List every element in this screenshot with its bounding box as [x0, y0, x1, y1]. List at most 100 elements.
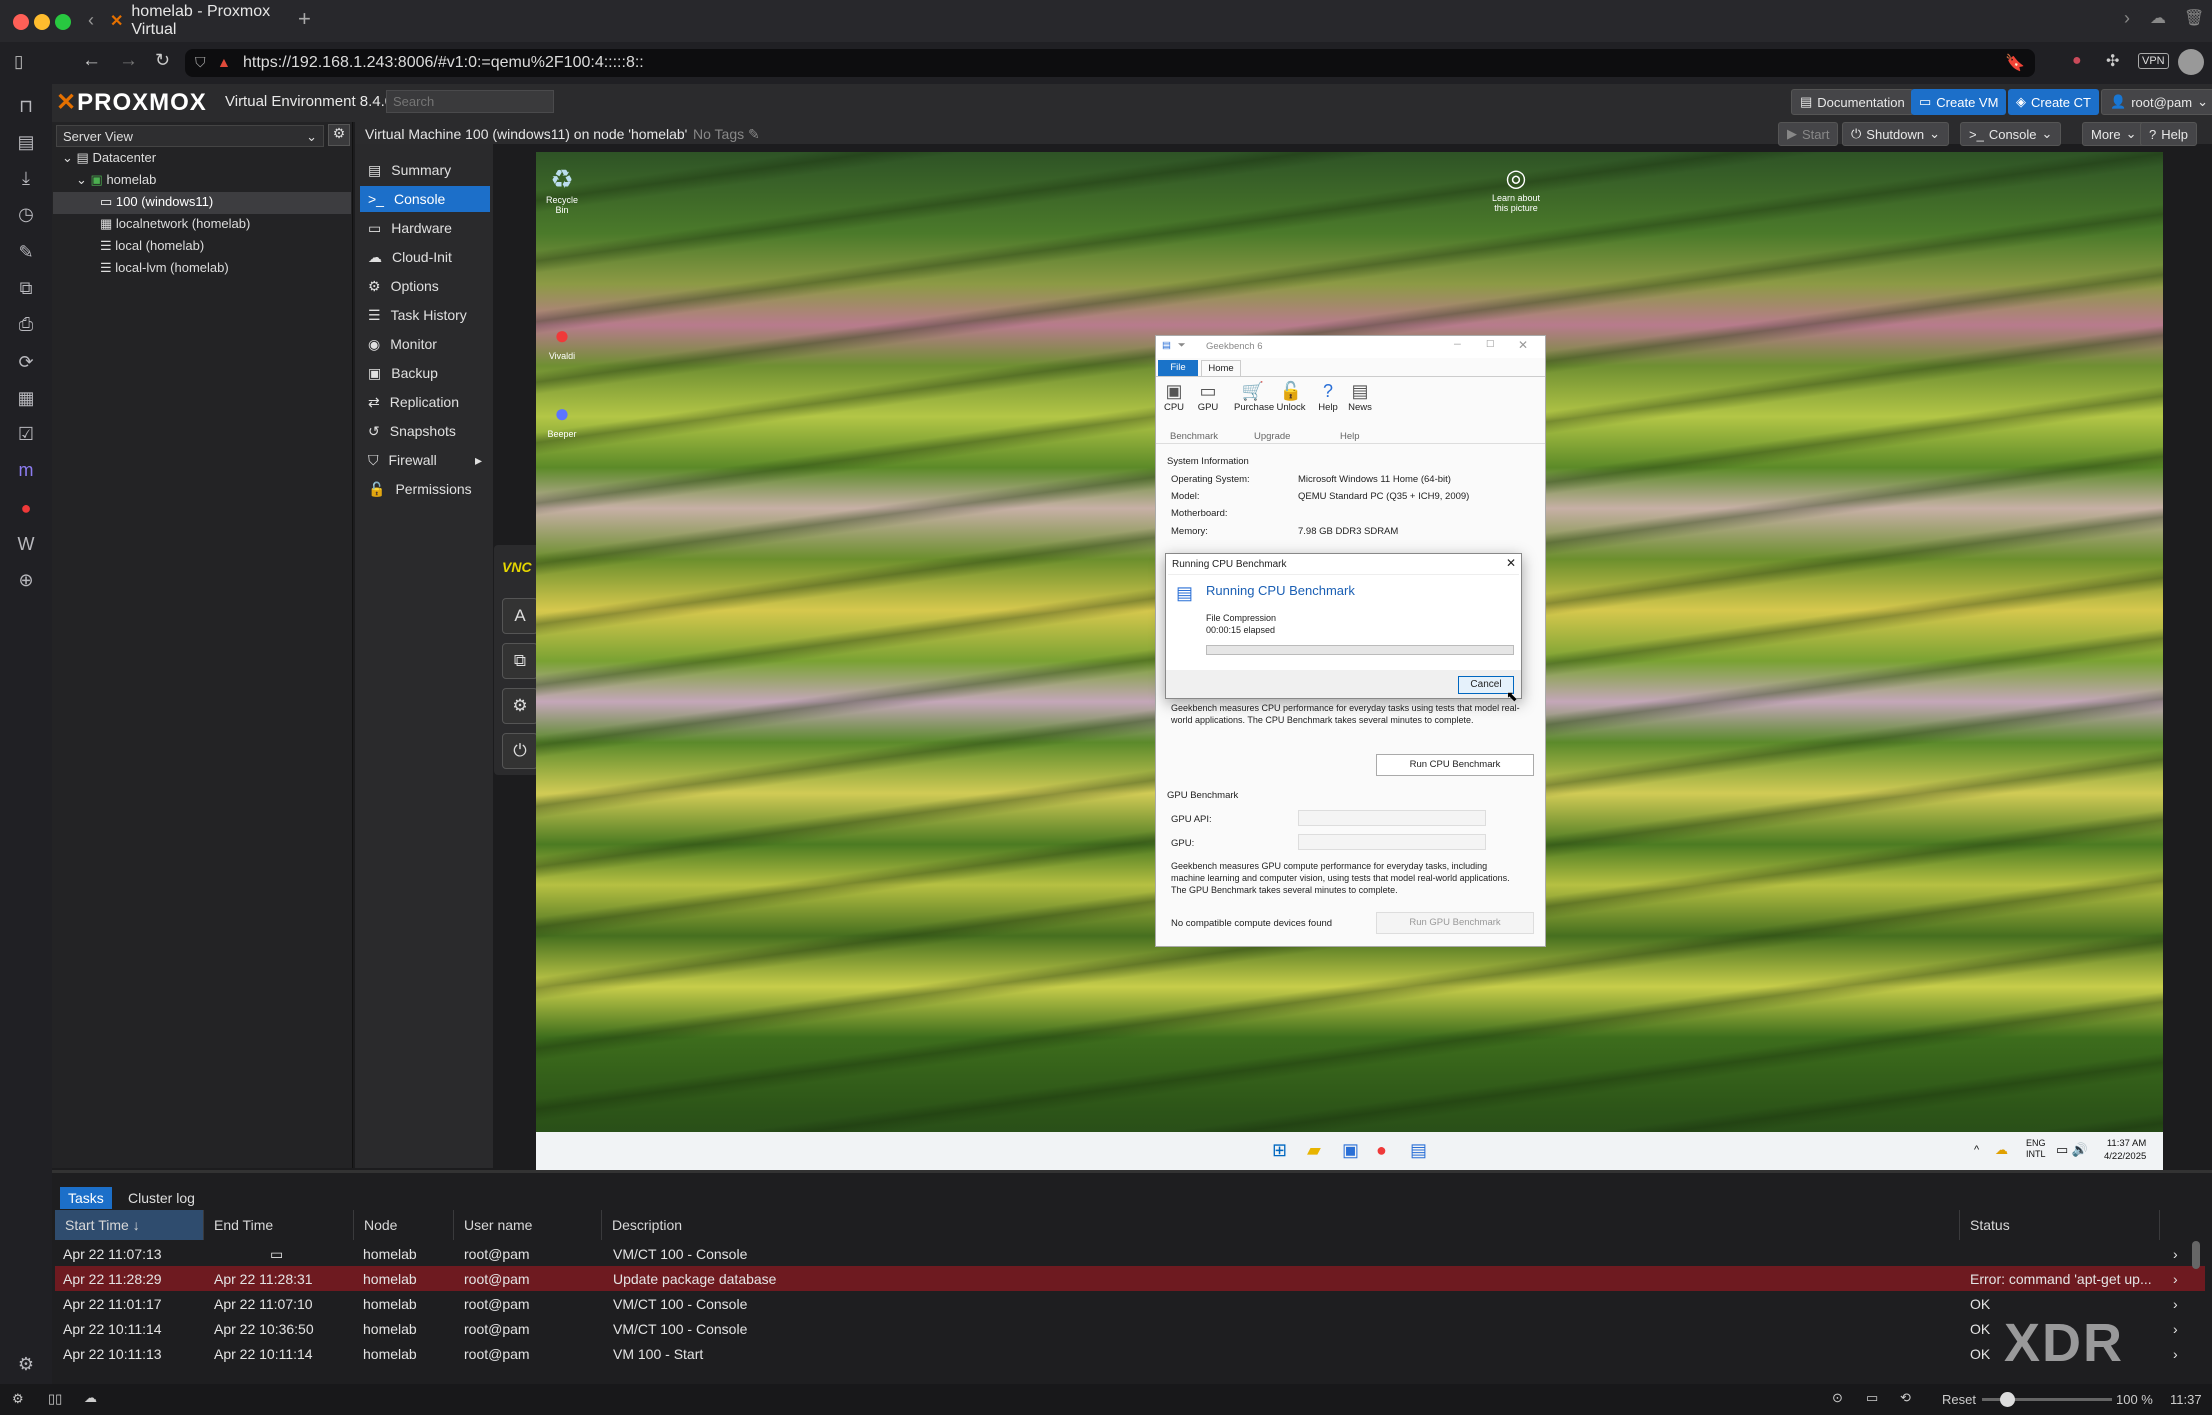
trash-icon[interactable]: 🗑 [2184, 8, 2204, 28]
print-icon[interactable]: ⎙ [14, 312, 38, 336]
nav-options[interactable]: ⚙ Options [360, 273, 490, 299]
ribbon-tab-file[interactable]: File [1158, 360, 1198, 376]
table-row[interactable]: Apr 22 11:01:17 Apr 22 11:07:10 homelab … [55, 1291, 2205, 1316]
forward-icon[interactable]: → [119, 50, 138, 72]
run-gpu-benchmark-button[interactable]: Run GPU Benchmark [1376, 912, 1534, 934]
nav-permissions[interactable]: 🔓 Permissions [360, 476, 490, 502]
documentation-button[interactable]: ▤ Documentation [1791, 89, 1914, 115]
calendar-icon[interactable]: ▦ [14, 386, 38, 410]
ribbon-news-button[interactable]: ▤ News [1346, 381, 1374, 413]
panel-toggle-icon[interactable]: ⚙ [12, 1391, 24, 1407]
minimize-icon[interactable]: ─ [1454, 339, 1461, 350]
file-explorer-icon[interactable]: ▰ [1307, 1140, 1321, 1161]
search-input[interactable] [386, 90, 554, 113]
col-description[interactable]: Description [602, 1210, 1960, 1240]
col-node[interactable]: Node [354, 1210, 454, 1240]
bookmark-icon[interactable]: 🔖 [2005, 53, 2025, 73]
capture-icon[interactable]: ⊙ [1832, 1390, 1843, 1406]
vivaldi-taskbar-icon[interactable]: ● [1376, 1140, 1387, 1161]
col-status[interactable]: Status [1960, 1210, 2160, 1240]
desktop-icon-recycle-bin[interactable]: ♻ Recycle Bin [542, 164, 582, 215]
ribbon-gpu-button[interactable]: ▭ GPU [1196, 381, 1220, 413]
desktop-icon-vivaldi[interactable]: ● Vivaldi [542, 320, 582, 361]
gpu-api-select[interactable] [1298, 810, 1486, 826]
chevron-right-icon[interactable]: › [2173, 1321, 2178, 1337]
bookmarks-panel-icon[interactable]: ⊓ [14, 94, 38, 118]
sync-icon[interactable]: ⟳ [14, 350, 38, 374]
table-row[interactable]: Apr 22 11:28:29 Apr 22 11:28:31 homelab … [55, 1266, 2205, 1291]
wikipedia-icon[interactable]: W [14, 532, 38, 556]
tasks-icon[interactable]: ☑ [14, 422, 38, 446]
nav-console[interactable]: >_ Console [360, 186, 490, 212]
start-button[interactable]: ▶ Start [1778, 122, 1839, 146]
sidebar-toggle-icon[interactable]: ▯ [14, 52, 23, 72]
shutdown-button[interactable]: ⏻ Shutdown ⌄ [1842, 122, 1950, 146]
vnc-clipboard-button[interactable]: ⧉ [502, 643, 538, 679]
user-menu-button[interactable]: 👤 root@pam ⌄ [2101, 89, 2212, 115]
col-end-time[interactable]: End Time [204, 1210, 354, 1240]
vnc-keyboard-button[interactable]: A [502, 598, 538, 634]
col-user-name[interactable]: User name [454, 1210, 602, 1240]
store-icon[interactable]: ▣ [1342, 1140, 1359, 1161]
downloads-icon[interactable]: ⤓ [14, 166, 38, 190]
run-cpu-benchmark-button[interactable]: Run CPU Benchmark [1376, 754, 1534, 776]
nav-task-history[interactable]: ☰ Task History [360, 302, 490, 328]
nav-summary[interactable]: ▤ Summary [360, 157, 490, 183]
create-vm-button[interactable]: ▭ Create VM [1911, 89, 2007, 115]
nav-snapshots[interactable]: ↺ Snapshots [360, 418, 490, 444]
history-icon[interactable]: ◷ [14, 202, 38, 226]
ribbon-purchase-button[interactable]: 🛒 Purchase [1234, 381, 1274, 413]
chevron-right-icon[interactable]: › [2173, 1246, 2178, 1262]
settings-icon[interactable]: ⚙ [14, 1352, 38, 1376]
more-button[interactable]: More ⌄ [2082, 122, 2146, 146]
table-row[interactable]: Apr 22 11:07:13 ▭ homelab root@pam VM/CT… [55, 1241, 2205, 1266]
vnc-settings-button[interactable]: ⚙ [502, 688, 538, 724]
maximize-icon[interactable]: ☐ [1486, 339, 1495, 350]
nav-cloud-init[interactable]: ☁ Cloud-Init [360, 244, 490, 270]
tree-item-node[interactable]: ⌄ ▣ homelab [76, 172, 156, 188]
tree-settings-icon[interactable]: ⚙ [328, 124, 350, 146]
ribbon-help-button[interactable]: ? Help [1314, 381, 1342, 413]
chevron-right-icon[interactable]: › [2173, 1271, 2178, 1287]
profile-avatar[interactable] [2178, 49, 2204, 75]
zoom-reset[interactable]: Reset [1942, 1392, 1976, 1407]
cloud-icon[interactable]: ☁ [2150, 8, 2166, 28]
tasks-scrollbar[interactable] [2192, 1241, 2200, 1269]
ribbon-cpu-button[interactable]: ▣ CPU [1162, 381, 1186, 413]
dialog-close-icon[interactable]: ✕ [1506, 556, 1516, 570]
new-tab-icon[interactable]: + [298, 6, 311, 32]
back-icon[interactable]: ← [82, 50, 101, 72]
close-window-button[interactable] [13, 14, 29, 30]
tab-forward-icon[interactable]: › [2124, 8, 2130, 29]
start-menu-icon[interactable]: ⊞ [1272, 1140, 1287, 1161]
vnc-power-button[interactable]: ⏻ [502, 733, 538, 769]
tree-item-localnetwork[interactable]: ▦ localnetwork (homelab) [100, 216, 250, 232]
gpu-select[interactable] [1298, 834, 1486, 850]
tray-onedrive-icon[interactable]: ☁ [1995, 1142, 2008, 1158]
table-row[interactable]: Apr 22 10:11:14 Apr 22 10:36:50 homelab … [55, 1316, 2205, 1341]
desktop-icon-learn-picture[interactable]: ◎ Learn about this picture [1486, 164, 1546, 213]
console-button[interactable]: >_ Console ⌄ [1960, 122, 2062, 146]
add-panel-icon[interactable]: ⊕ [14, 568, 38, 592]
zoom-slider-thumb[interactable] [2000, 1392, 2015, 1407]
tags-label[interactable]: No Tags ✎ [693, 126, 760, 143]
reload-icon[interactable]: ↻ [155, 50, 170, 71]
chevron-right-icon[interactable]: › [2173, 1296, 2178, 1312]
view-selector[interactable]: Server View ⌄ [56, 125, 324, 147]
chevron-right-icon[interactable]: › [2173, 1346, 2178, 1362]
reading-list-icon[interactable]: ▤ [14, 130, 38, 154]
nav-monitor[interactable]: ◉ Monitor [360, 331, 490, 357]
nav-firewall[interactable]: ⛉ Firewall ▸ [360, 447, 490, 473]
tree-item-vm100[interactable]: ▭ 100 (windows11) [100, 194, 213, 210]
tab-cluster-log[interactable]: Cluster log [128, 1187, 195, 1209]
tree-item-local[interactable]: ☰ local (homelab) [100, 238, 204, 254]
tree-item-datacenter[interactable]: ⌄ ▤ Datacenter [62, 150, 156, 166]
tab-back-icon[interactable]: ‹ [88, 10, 94, 31]
tab-tasks[interactable]: Tasks [60, 1187, 112, 1209]
puzzle-icon[interactable]: ✣ [2106, 51, 2119, 71]
desktop-icon-beeper[interactable]: ● Beeper [542, 398, 582, 439]
close-icon[interactable]: ✕ [1518, 338, 1528, 352]
tray-chevron-icon[interactable]: ^ [1974, 1144, 1979, 1156]
nav-hardware[interactable]: ▭ Hardware [360, 215, 490, 241]
geekbench-taskbar-icon[interactable]: ▤ [1410, 1140, 1427, 1161]
